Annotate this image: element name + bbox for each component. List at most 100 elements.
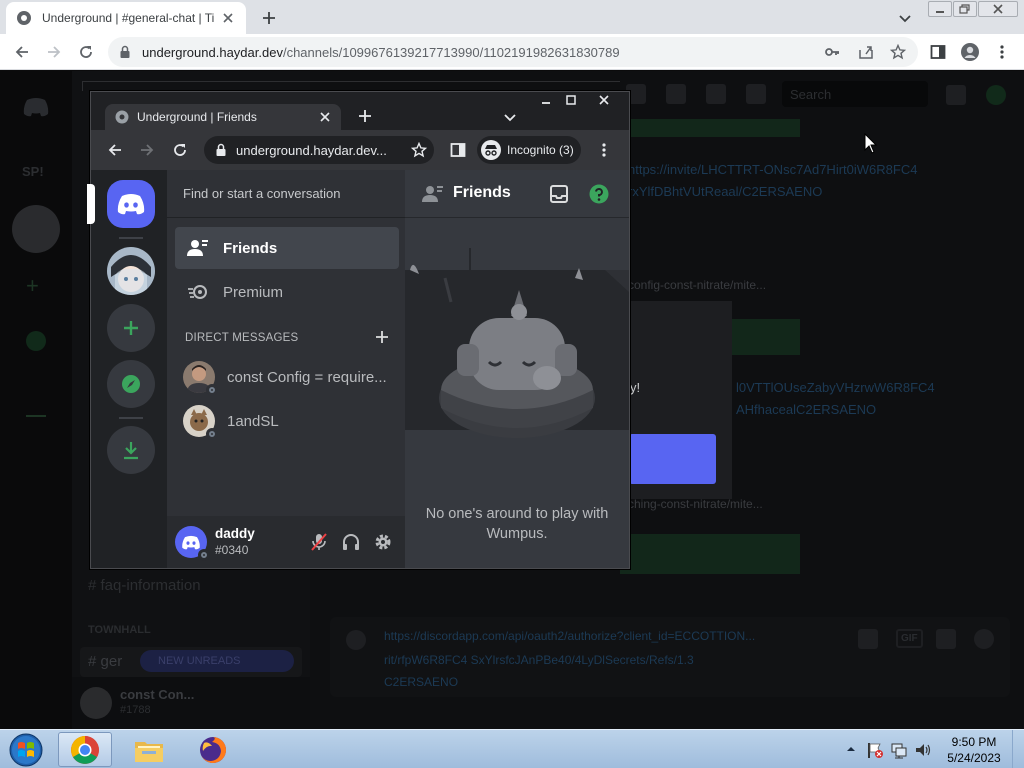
taskbar-clock[interactable]: 9:50 PM 5/24/2023 xyxy=(944,734,1004,766)
bg-download-icon[interactable] xyxy=(26,397,46,417)
add-server-button[interactable] xyxy=(107,304,155,352)
bg-members-icon[interactable] xyxy=(746,84,766,104)
bg-category-label[interactable]: TOWNHALL xyxy=(88,624,151,636)
popup-maximize-button[interactable] xyxy=(560,93,582,107)
bg-server-avatar[interactable] xyxy=(12,205,60,253)
close-window-button[interactable] xyxy=(978,1,1018,17)
taskbar-file-explorer[interactable] xyxy=(122,732,176,767)
popup-close-tab-icon[interactable] xyxy=(319,111,331,123)
headphones-icon[interactable] xyxy=(341,532,361,552)
compass-icon xyxy=(122,375,140,393)
bg-gif-button[interactable]: GIF xyxy=(896,629,923,648)
popup-tab-search-icon[interactable] xyxy=(503,110,517,124)
bg-inbox-icon[interactable] xyxy=(946,85,966,105)
browser-tab-title: Underground | #general-chat | Ti xyxy=(42,11,214,25)
dm-item[interactable]: 1andSL xyxy=(175,400,399,442)
show-desktop-button[interactable] xyxy=(1012,730,1024,768)
download-apps-button[interactable] xyxy=(107,426,155,474)
popup-address-bar[interactable]: underground.haydar.dev... xyxy=(204,136,434,164)
browser-menu-button[interactable] xyxy=(992,42,1012,62)
mute-microphone-icon[interactable] xyxy=(309,532,329,552)
bg-add-server-icon[interactable]: + xyxy=(26,275,46,297)
server-rail xyxy=(87,170,167,568)
inbox-icon[interactable] xyxy=(549,184,569,204)
taskbar-chrome[interactable] xyxy=(58,732,112,767)
profile-avatar-button[interactable] xyxy=(960,42,980,62)
bg-highlight-strip-1 xyxy=(620,119,800,137)
incognito-badge[interactable]: Incognito (3) xyxy=(477,136,581,164)
popup-forward-icon[interactable] xyxy=(139,142,155,158)
bg-link-line-1[interactable]: https://invite/LHCTTRT-ONsc7Ad7Hirt0iW6R… xyxy=(628,162,917,177)
popup-side-panel-icon[interactable] xyxy=(450,142,466,158)
bg-channel-faq[interactable]: # faq-information xyxy=(88,577,201,594)
network-icon[interactable] xyxy=(890,741,908,759)
forward-button[interactable] xyxy=(44,42,64,62)
help-icon[interactable] xyxy=(589,184,609,204)
bg-gift-icon[interactable] xyxy=(858,629,878,649)
bg-sticker-icon[interactable] xyxy=(936,629,956,649)
bg-search-box[interactable]: Search xyxy=(782,81,928,107)
offline-status-icon xyxy=(206,384,218,396)
nav-premium[interactable]: Premium xyxy=(175,271,399,313)
restore-window-button[interactable] xyxy=(953,1,977,17)
popup-back-icon[interactable] xyxy=(107,142,123,158)
discord-logo-icon xyxy=(182,535,200,549)
popup-bookmark-star-icon[interactable] xyxy=(411,142,427,158)
friends-header: Friends xyxy=(405,170,629,218)
bg-mute-icon[interactable] xyxy=(666,84,686,104)
password-key-icon[interactable] xyxy=(824,44,840,60)
bg-help-icon[interactable] xyxy=(986,85,1006,105)
lock-icon[interactable] xyxy=(118,45,132,59)
bg-link-line-2[interactable]: rxYlfDBhtVUtReaal/C2ERSAENO xyxy=(628,184,822,199)
sidebar-divider xyxy=(167,217,405,218)
bg-emoji-icon[interactable] xyxy=(974,629,994,649)
bg-attach-icon[interactable] xyxy=(346,630,366,650)
bg-server-abbrev[interactable]: SP! xyxy=(22,164,44,179)
popup-tab-active[interactable]: Underground | Friends xyxy=(105,104,341,130)
show-hidden-icons-icon[interactable] xyxy=(846,745,856,753)
bg-explore-icon[interactable] xyxy=(26,331,46,351)
share-icon[interactable] xyxy=(858,44,874,60)
bg-user-avatar[interactable] xyxy=(80,687,112,719)
bg-link-line-3[interactable]: l0VTTlOUseZabyVHzrwW6R8FC4 xyxy=(736,380,935,395)
reload-button[interactable] xyxy=(76,42,96,62)
start-button[interactable] xyxy=(4,731,48,768)
popup-close-button[interactable] xyxy=(593,93,615,107)
bg-pin-icon[interactable] xyxy=(706,84,726,104)
taskbar-firefox[interactable] xyxy=(186,732,240,767)
close-tab-icon[interactable] xyxy=(220,10,236,26)
bg-modal-button[interactable] xyxy=(629,434,716,484)
dm-item[interactable]: const Config = require... xyxy=(175,356,399,398)
side-panel-button[interactable] xyxy=(928,42,948,62)
home-button[interactable] xyxy=(107,180,155,228)
bg-discord-home-icon[interactable] xyxy=(22,97,50,117)
settings-gear-icon[interactable] xyxy=(373,532,393,552)
bookmark-star-icon[interactable] xyxy=(890,44,906,60)
bg-user-panel: const Con... #1788 xyxy=(72,677,310,729)
popup-menu-icon[interactable] xyxy=(602,142,606,158)
bg-new-unreads-pill[interactable]: NEW UNREADS xyxy=(140,650,294,672)
tab-search-chevron-icon[interactable] xyxy=(896,9,914,27)
bg-channel-gen[interactable]: # ger NEW UNREADS xyxy=(80,647,302,677)
nav-friends[interactable]: Friends xyxy=(175,227,399,269)
minimize-window-button[interactable] xyxy=(928,1,952,17)
create-dm-icon[interactable] xyxy=(375,330,389,344)
action-center-flag-icon[interactable] xyxy=(866,741,884,759)
user-avatar[interactable] xyxy=(175,526,210,561)
explore-servers-button[interactable] xyxy=(107,360,155,408)
new-tab-icon[interactable] xyxy=(258,7,280,29)
popup-reload-icon[interactable] xyxy=(172,142,188,158)
find-conversation-search[interactable]: Find or start a conversation xyxy=(175,180,397,208)
popup-lock-icon[interactable] xyxy=(214,143,228,157)
bg-link-line-4[interactable]: AHfhacealC2ERSAENO xyxy=(736,402,876,417)
volume-icon[interactable] xyxy=(914,741,932,759)
empty-state-text: No one's around to play with Wumpus. xyxy=(425,506,609,542)
address-bar[interactable]: underground.haydar.dev/channels/10996761… xyxy=(108,37,918,67)
bg-message-composer[interactable]: https://discordapp.com/api/oauth2/author… xyxy=(330,617,1010,697)
popup-new-tab-icon[interactable] xyxy=(357,108,373,124)
browser-tab-active[interactable]: Underground | #general-chat | Ti xyxy=(6,2,246,34)
dm-avatar xyxy=(183,361,218,396)
back-button[interactable] xyxy=(12,42,32,62)
popup-minimize-button[interactable] xyxy=(535,93,557,107)
server-icon-avatar[interactable] xyxy=(107,247,155,295)
